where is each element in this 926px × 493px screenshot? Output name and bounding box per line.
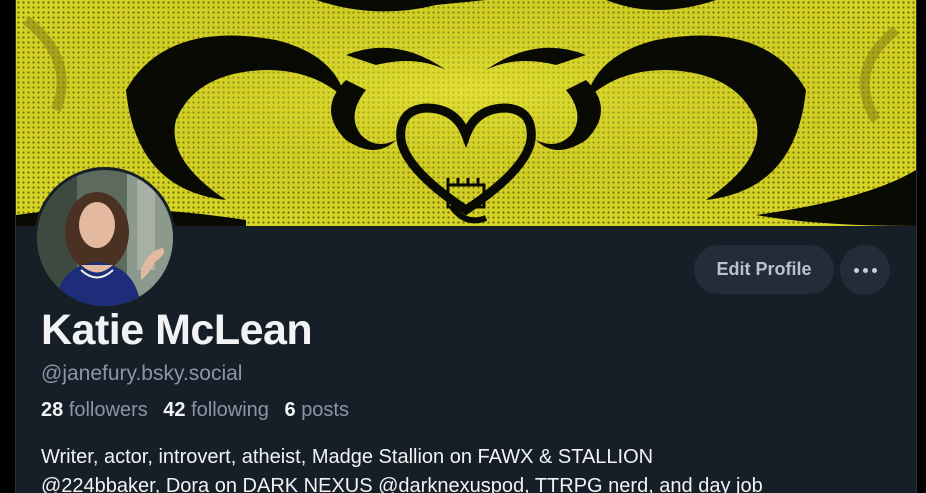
more-options-button[interactable] bbox=[840, 245, 890, 295]
followers-label: followers bbox=[68, 399, 148, 421]
bio-line: @224bbaker, Dora on DARK NEXUS @darknexu… bbox=[41, 475, 763, 493]
posts-label: posts bbox=[301, 399, 349, 421]
following-count: 42 bbox=[163, 399, 186, 421]
posts-count: 6 bbox=[284, 399, 296, 421]
profile-stats: 28 followers 42 following 6 posts bbox=[41, 399, 359, 422]
ellipsis-icon bbox=[854, 268, 859, 273]
following-label: following bbox=[191, 399, 269, 421]
avatar[interactable] bbox=[34, 167, 176, 309]
posts-stat: 6 posts bbox=[285, 399, 350, 421]
following-link[interactable]: 42 following bbox=[163, 399, 269, 421]
followers-link[interactable]: 28 followers bbox=[41, 399, 148, 421]
profile-card: Edit Profile Katie McLean @janefury.bsky… bbox=[15, 0, 917, 493]
ellipsis-icon bbox=[872, 268, 877, 273]
bio-line: Writer, actor, introvert, atheist, Madge… bbox=[41, 446, 654, 468]
page: Edit Profile Katie McLean @janefury.bsky… bbox=[0, 0, 926, 493]
profile-bio: Writer, actor, introvert, atheist, Madge… bbox=[41, 443, 901, 493]
ellipsis-icon bbox=[863, 268, 868, 273]
followers-count: 28 bbox=[41, 399, 64, 421]
edit-profile-button[interactable]: Edit Profile bbox=[694, 245, 834, 294]
profile-handle: @janefury.bsky.social bbox=[41, 362, 243, 385]
avatar-photo bbox=[37, 170, 173, 306]
display-name: Katie McLean bbox=[41, 306, 313, 354]
